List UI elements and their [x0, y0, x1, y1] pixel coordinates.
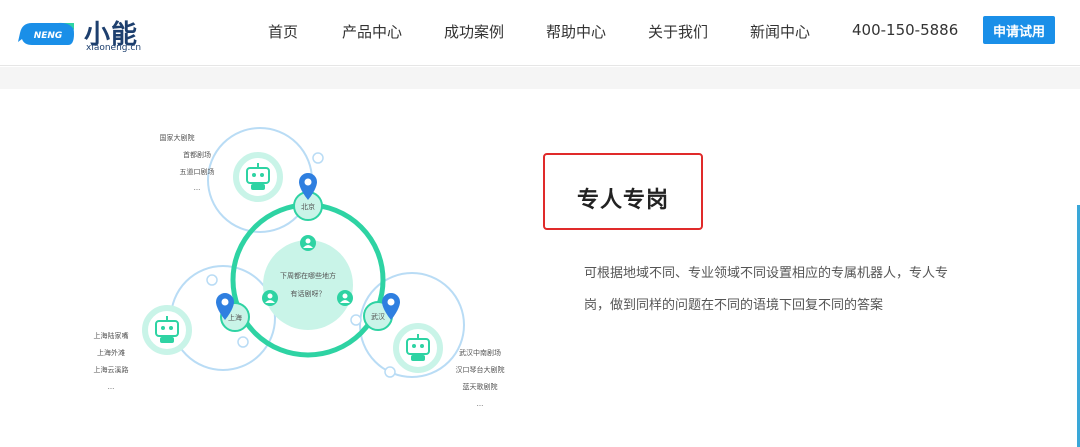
decor-dot	[237, 336, 249, 348]
robot-icon	[142, 305, 192, 355]
nav-item-about[interactable]: 关于我们	[648, 21, 708, 42]
shanghai-venue: 上海外滩	[97, 348, 125, 357]
description-line: 岗，做到同样的问题在不同的语境下回复不同的答案	[584, 298, 884, 313]
header-divider-band	[0, 67, 1080, 89]
nav-item-news[interactable]: 新闻中心	[750, 21, 810, 42]
center-question-line2: 有话剧呀？	[291, 289, 326, 298]
city-robot-diagram: 下周都在哪些地方 有话剧呀？ 北京 上海 武汉 国家大剧院 首都剧场 五道口剧场…	[94, 127, 505, 408]
robot-icon	[393, 323, 443, 373]
logo[interactable]: NENG 小能 xiaoneng.cn	[18, 12, 142, 54]
city-label-beijing: 北京	[301, 202, 315, 211]
person-icon	[262, 290, 278, 306]
beijing-venue: ...	[194, 184, 201, 192]
person-icon	[300, 235, 316, 251]
nav-item-home[interactable]: 首页	[268, 21, 298, 42]
wuhan-venue: ...	[477, 400, 484, 408]
beijing-venue: 首都剧场	[183, 150, 211, 159]
title-highlight-box: 专人专岗	[543, 153, 703, 230]
shanghai-venue: 上海云溪路	[94, 365, 129, 374]
person-icon	[337, 290, 353, 306]
description-line: 可根据地域不同、专业领域不同设置相应的专属机器人，专人专	[584, 266, 949, 281]
logo-domain: xiaoneng.cn	[86, 43, 142, 53]
logo-bubble-text: NENG	[34, 31, 63, 41]
center-question-line1: 下周都在哪些地方	[280, 271, 336, 280]
decor-dot	[312, 152, 324, 164]
decor-dot	[350, 314, 362, 326]
section-title: 专人专岗	[576, 188, 669, 213]
robot-icon	[233, 152, 283, 202]
section-description: 可根据地域不同、专业领域不同设置相应的专属机器人，专人专 岗，做到同样的问题在不…	[584, 258, 964, 322]
beijing-venue: 国家大剧院	[160, 133, 195, 142]
nav-item-cases[interactable]: 成功案例	[444, 21, 504, 42]
city-label-wuhan: 武汉	[371, 312, 385, 321]
wuhan-venue: 汉口琴台大剧院	[456, 365, 505, 374]
decor-dot	[384, 366, 396, 378]
nav-item-products[interactable]: 产品中心	[342, 21, 402, 42]
logo-bubble-icon: NENG	[18, 22, 74, 45]
wuhan-venue: 武汉中南剧场	[459, 348, 501, 357]
city-label-shanghai: 上海	[228, 313, 242, 322]
beijing-venue: 五道口剧场	[180, 167, 215, 176]
center-bubble	[263, 240, 353, 330]
shanghai-venue: ...	[108, 383, 115, 391]
decor-dot	[206, 274, 218, 286]
wuhan-venue: 蓝天歌剧院	[463, 382, 498, 391]
apply-trial-button[interactable]: 申请试用	[983, 16, 1055, 44]
shanghai-venue: 上海陆家嘴	[94, 331, 129, 340]
hotline-number: 400-150-5886	[852, 21, 959, 39]
top-header: NENG 小能 xiaoneng.cn 首页 产品中心 成功案例 帮助中心 关于…	[0, 0, 1080, 66]
nav-item-help[interactable]: 帮助中心	[546, 21, 606, 42]
